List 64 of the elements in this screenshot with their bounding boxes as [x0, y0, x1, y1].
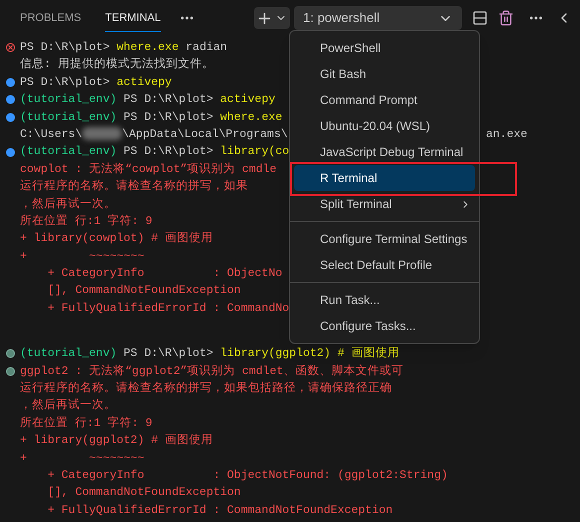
command-marker-icon[interactable]: [6, 95, 15, 104]
command-text: where.exe: [116, 40, 179, 56]
error-text: [], CommandNotFoundException: [46, 485, 241, 502]
menu-item[interactable]: Split Terminal: [294, 191, 475, 217]
menu-item[interactable]: Ubuntu-20.04 (WSL): [294, 113, 475, 139]
prompt-text: PS D:\R\plot>: [20, 40, 111, 56]
error-text: + CategoryInfo : ObjectNotFound: (ggplot2:String): [46, 468, 448, 484]
command-marker-icon[interactable]: [6, 366, 15, 376]
command-marker-icon[interactable]: [6, 148, 15, 157]
environment-name: (tutorial_env): [20, 110, 117, 126]
menu-item[interactable]: Run Task...: [294, 287, 475, 313]
command-marker-icon[interactable]: [6, 349, 15, 358]
error-text: ，然后再试一次。: [20, 398, 116, 414]
error-text: [], CommandNotFoundException: [46, 283, 241, 300]
error-text: 所在位置 行:1 字符: 9: [20, 415, 152, 432]
output-text: radian: [184, 40, 228, 56]
panel-tab[interactable]: PROBLEMS: [20, 6, 82, 32]
environment-name: (tutorial_env): [20, 92, 117, 108]
error-marker-icon[interactable]: [6, 43, 15, 52]
error-text: + library(cowplot) # 画图使用: [20, 230, 213, 248]
menu-item[interactable]: Command Prompt: [294, 87, 475, 113]
command-text: activepy: [220, 92, 276, 108]
error-text: + library(ggplot2) # 画图使用: [20, 432, 213, 450]
menu-item[interactable]: Configure Tasks...: [294, 313, 475, 339]
output-text: \AppData\Local\Programs\: [122, 128, 288, 141]
error-text: + CategoryInfo : ObjectNo: [46, 266, 282, 282]
command-marker-icon[interactable]: [6, 112, 15, 122]
redacted-blur-icon: [82, 127, 122, 140]
prompt-text: PS D:\R\plot>: [122, 110, 214, 126]
error-text: + ~~~~~~~~: [20, 248, 144, 265]
terminal-select[interactable]: 1: powershell: [294, 6, 462, 30]
menu-item[interactable]: JavaScript Debug Terminal: [294, 139, 475, 165]
trash-icon[interactable]: [498, 10, 514, 26]
error-text: ，然后再试一次。: [20, 196, 116, 213]
output-text: an.exe: [486, 126, 528, 143]
error-text: 所在位置 行:1 字符: 9: [20, 213, 152, 230]
output-text: C:\Users\: [20, 128, 82, 141]
environment-name: (tutorial_env): [20, 346, 117, 362]
menu-item[interactable]: Git Bash: [294, 61, 475, 87]
environment-name: (tutorial_env): [20, 144, 117, 160]
prompt-text: PS D:\R\plot>: [122, 92, 214, 108]
prompt-text: PS D:\R\plot>: [122, 144, 214, 160]
error-text: + FullyQualifiedErrorId : CommandNo: [46, 300, 290, 317]
menu-item[interactable]: Configure Terminal Settings: [294, 226, 475, 252]
error-text: cowplot : 无法将“cowplot”项识别为 cmdle: [20, 162, 277, 178]
error-text: + ~~~~~~~~: [20, 450, 144, 467]
command-text: library(ggplot2) # 画图使用: [220, 346, 400, 362]
error-text: 运行程序的名称。请检查名称的拼写，如果包括路径，请确保路径正确: [20, 380, 392, 398]
command-text: activepy: [116, 74, 172, 91]
error-text: 运行程序的名称。请检查名称的拼写，如果: [20, 178, 248, 196]
prompt-text: PS D:\R\plot>: [122, 346, 214, 362]
menu-item[interactable]: R Terminal: [294, 165, 475, 191]
command-text: where.exe: [220, 110, 282, 126]
split-icon[interactable]: [472, 10, 488, 26]
error-text: + FullyQualifiedErrorId : CommandNotFoundException: [46, 502, 393, 519]
menu-item[interactable]: PowerShell: [294, 35, 475, 61]
output-text: 信息: 用提供的模式无法找到文件。: [20, 56, 214, 74]
error-text: ggplot2 : 无法将“ggplot2”项识别为 cmdlet、函数、脚本文件或可: [20, 364, 404, 380]
panel-tab[interactable]: TERMINAL: [105, 6, 161, 32]
prompt-text: PS D:\R\plot>: [20, 74, 111, 91]
command-text: library(co: [220, 144, 290, 160]
command-marker-icon[interactable]: [6, 78, 15, 87]
menu-item[interactable]: Select Default Profile: [294, 252, 475, 278]
new-terminal-button[interactable]: [254, 7, 290, 29]
